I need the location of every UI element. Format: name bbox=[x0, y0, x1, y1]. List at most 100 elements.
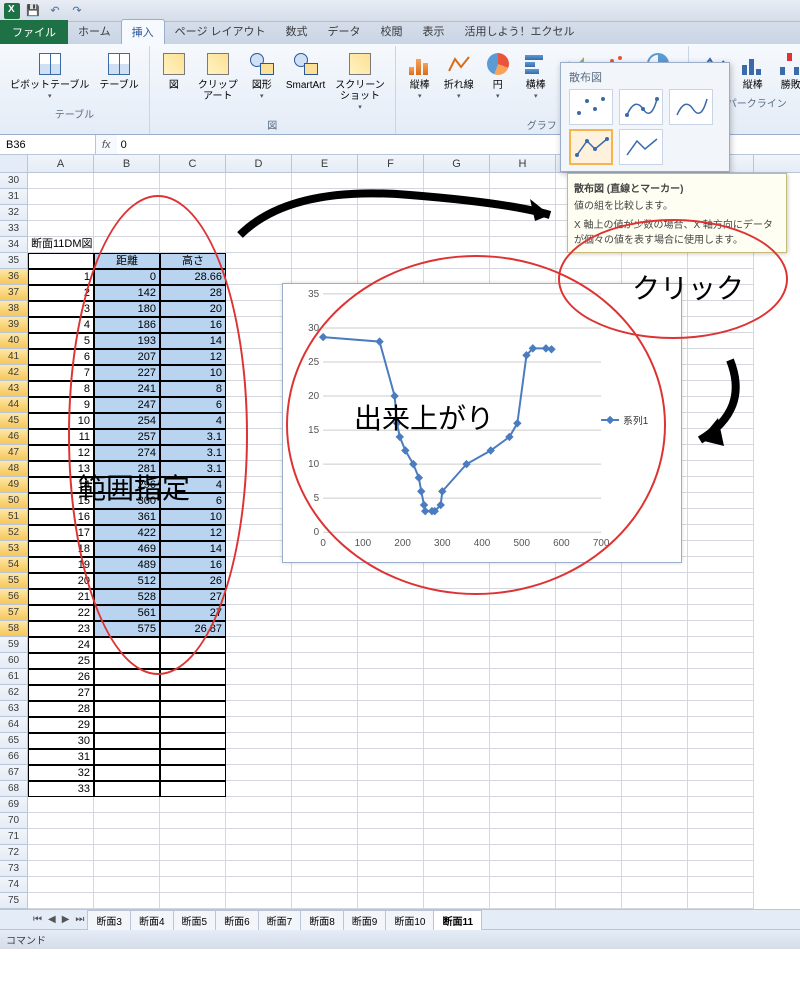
cell[interactable] bbox=[226, 589, 292, 605]
cell[interactable] bbox=[226, 173, 292, 189]
scatter-markers-only[interactable] bbox=[569, 89, 613, 125]
cell[interactable] bbox=[358, 189, 424, 205]
cell[interactable]: 11 bbox=[28, 429, 94, 445]
cell[interactable] bbox=[688, 301, 754, 317]
cell[interactable] bbox=[358, 717, 424, 733]
cell[interactable] bbox=[424, 253, 490, 269]
cell[interactable] bbox=[358, 605, 424, 621]
cell[interactable] bbox=[424, 189, 490, 205]
row-header[interactable]: 38 bbox=[0, 301, 28, 317]
cell[interactable] bbox=[292, 669, 358, 685]
cell[interactable]: 12 bbox=[160, 525, 226, 541]
cell[interactable] bbox=[94, 653, 160, 669]
cell[interactable] bbox=[688, 541, 754, 557]
cell[interactable] bbox=[622, 829, 688, 845]
cell[interactable] bbox=[688, 749, 754, 765]
undo-button[interactable]: ↶ bbox=[46, 2, 64, 20]
cell[interactable] bbox=[490, 893, 556, 909]
cell[interactable] bbox=[292, 237, 358, 253]
cell[interactable] bbox=[424, 861, 490, 877]
row-header[interactable]: 48 bbox=[0, 461, 28, 477]
cell[interactable] bbox=[688, 461, 754, 477]
cell[interactable] bbox=[490, 781, 556, 797]
embedded-chart[interactable]: 051015202530350100200300400500600700系列1 bbox=[282, 283, 682, 563]
cell[interactable] bbox=[490, 653, 556, 669]
column-header[interactable]: E bbox=[292, 155, 358, 172]
cell[interactable] bbox=[292, 813, 358, 829]
cell[interactable] bbox=[556, 701, 622, 717]
row-header[interactable]: 53 bbox=[0, 541, 28, 557]
cell[interactable] bbox=[556, 893, 622, 909]
cell[interactable]: 247 bbox=[94, 397, 160, 413]
sparkline-column-button[interactable]: 縦棒 bbox=[735, 48, 771, 93]
cell[interactable]: 512 bbox=[94, 573, 160, 589]
cell[interactable] bbox=[28, 893, 94, 909]
cell[interactable] bbox=[28, 861, 94, 877]
sheet-tab[interactable]: 断面11 bbox=[433, 910, 482, 930]
cell[interactable] bbox=[226, 813, 292, 829]
cell[interactable] bbox=[490, 205, 556, 221]
cell[interactable] bbox=[292, 573, 358, 589]
cell[interactable] bbox=[28, 205, 94, 221]
cell[interactable] bbox=[622, 781, 688, 797]
row-header[interactable]: 64 bbox=[0, 717, 28, 733]
cell[interactable] bbox=[490, 173, 556, 189]
cell[interactable]: 4 bbox=[160, 477, 226, 493]
cell[interactable] bbox=[688, 589, 754, 605]
cell[interactable]: 12 bbox=[160, 349, 226, 365]
worksheet[interactable]: ABCDEFGHIJK 3031323334断面11DM図35距離高さ36102… bbox=[0, 155, 800, 909]
cell[interactable] bbox=[490, 861, 556, 877]
cell[interactable] bbox=[688, 381, 754, 397]
cell[interactable]: 7 bbox=[28, 365, 94, 381]
column-header[interactable]: G bbox=[424, 155, 490, 172]
cell[interactable] bbox=[160, 845, 226, 861]
cell[interactable] bbox=[688, 893, 754, 909]
cell[interactable]: 0 bbox=[94, 269, 160, 285]
row-header[interactable]: 34 bbox=[0, 237, 28, 253]
ribbon-tab[interactable]: ホーム bbox=[68, 19, 121, 44]
cell[interactable] bbox=[28, 829, 94, 845]
cell[interactable] bbox=[622, 717, 688, 733]
cell[interactable]: 575 bbox=[94, 621, 160, 637]
cell[interactable] bbox=[424, 573, 490, 589]
cell[interactable] bbox=[160, 701, 226, 717]
cell[interactable] bbox=[292, 893, 358, 909]
cell[interactable] bbox=[160, 205, 226, 221]
cell[interactable] bbox=[160, 813, 226, 829]
cell[interactable] bbox=[424, 845, 490, 861]
cell[interactable] bbox=[688, 477, 754, 493]
scatter-smooth-markers[interactable] bbox=[619, 89, 663, 125]
cell[interactable]: 1 bbox=[28, 269, 94, 285]
cell[interactable] bbox=[226, 221, 292, 237]
cell[interactable]: 16 bbox=[160, 317, 226, 333]
row-header[interactable]: 66 bbox=[0, 749, 28, 765]
cell[interactable] bbox=[292, 765, 358, 781]
cell[interactable] bbox=[556, 653, 622, 669]
cell[interactable] bbox=[292, 781, 358, 797]
cell[interactable] bbox=[688, 765, 754, 781]
cell[interactable] bbox=[688, 829, 754, 845]
cell[interactable] bbox=[358, 877, 424, 893]
scatter-straight[interactable] bbox=[619, 129, 663, 165]
pivottable-button[interactable]: ピボットテーブル bbox=[6, 48, 93, 104]
cell[interactable] bbox=[556, 605, 622, 621]
row-header[interactable]: 33 bbox=[0, 221, 28, 237]
row-header[interactable]: 63 bbox=[0, 701, 28, 717]
cell[interactable]: 207 bbox=[94, 349, 160, 365]
cell[interactable] bbox=[490, 189, 556, 205]
cell[interactable] bbox=[226, 781, 292, 797]
cell[interactable] bbox=[688, 365, 754, 381]
sheet-tab[interactable]: 断面4 bbox=[130, 910, 174, 930]
row-header[interactable]: 71 bbox=[0, 829, 28, 845]
cell[interactable] bbox=[622, 685, 688, 701]
cell[interactable] bbox=[358, 221, 424, 237]
cell[interactable]: 距離 bbox=[94, 253, 160, 269]
cell[interactable] bbox=[292, 749, 358, 765]
cell[interactable]: 断面11DM図 bbox=[28, 237, 94, 253]
cell[interactable] bbox=[688, 781, 754, 797]
cell[interactable] bbox=[358, 173, 424, 189]
cell[interactable]: 6 bbox=[28, 349, 94, 365]
cell[interactable] bbox=[160, 653, 226, 669]
cell[interactable] bbox=[688, 317, 754, 333]
cell[interactable] bbox=[556, 829, 622, 845]
